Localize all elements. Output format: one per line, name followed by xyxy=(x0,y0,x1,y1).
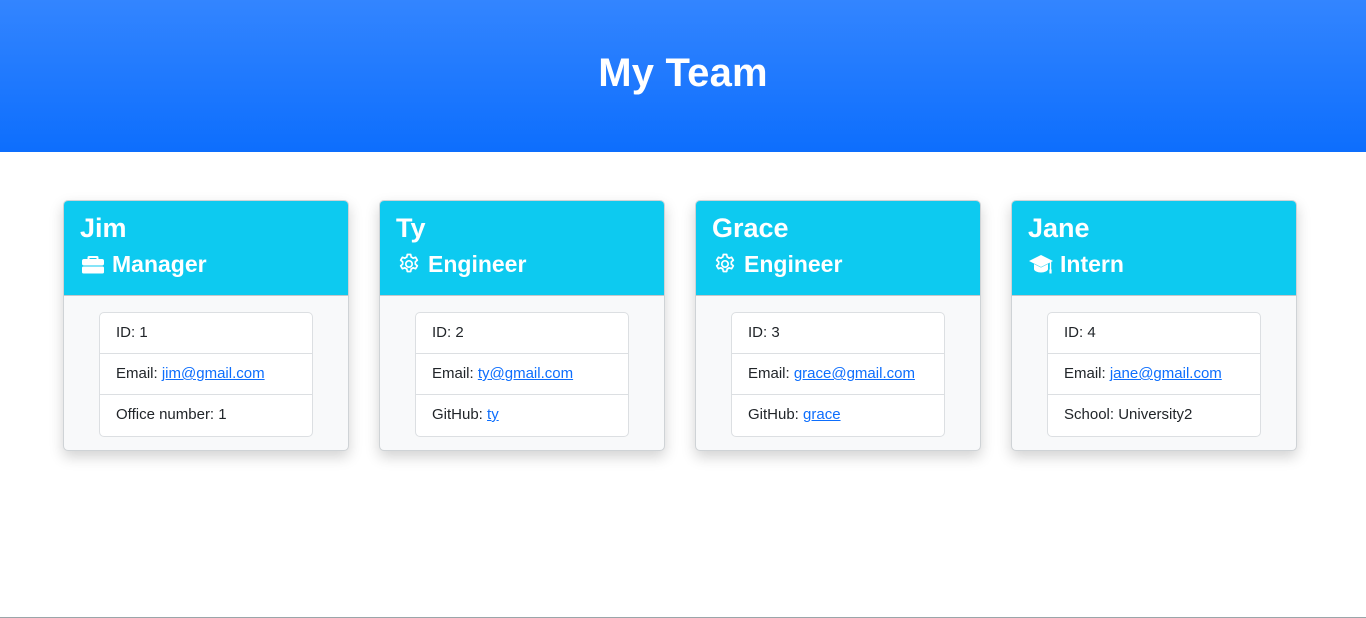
employee-name: Ty xyxy=(396,213,426,243)
id-value: 2 xyxy=(455,324,464,341)
employee-card-intern: Jane Intern ID: 4 Email: jane@gmail.com … xyxy=(1011,200,1297,451)
office-number-row: Office number: 1 xyxy=(100,395,312,436)
employee-role: Engineer xyxy=(396,249,648,279)
email-label: Email: xyxy=(1064,365,1110,382)
card-header: Jim Manager xyxy=(64,201,348,296)
email-link[interactable]: jim@gmail.com xyxy=(162,365,265,382)
email-label: Email: xyxy=(748,365,794,382)
id-row: ID: 3 xyxy=(732,313,944,354)
card-body: ID: 1 Email: jim@gmail.com Office number… xyxy=(64,296,348,437)
page-header: My Team xyxy=(0,0,1366,152)
id-label: ID: xyxy=(748,324,772,341)
id-value: 1 xyxy=(139,324,148,341)
github-label: GitHub: xyxy=(432,406,488,423)
id-label: ID: xyxy=(432,324,456,341)
employee-name: Jane xyxy=(1028,213,1090,243)
info-list: ID: 4 Email: jane@gmail.com School: Univ… xyxy=(1047,312,1261,437)
graduation-cap-icon xyxy=(1028,251,1054,277)
email-label: Email: xyxy=(432,365,478,382)
briefcase-icon xyxy=(80,251,106,277)
employee-role-label: Intern xyxy=(1060,251,1124,277)
school-label: School: xyxy=(1064,406,1119,423)
email-row: Email: jim@gmail.com xyxy=(100,354,312,395)
id-row: ID: 2 xyxy=(416,313,628,354)
card-header: Jane Intern xyxy=(1012,201,1296,296)
id-label: ID: xyxy=(116,324,140,341)
email-label: Email: xyxy=(116,365,162,382)
employee-card-engineer: Grace Engineer ID: 3 Email: grace@gmail.… xyxy=(695,200,981,451)
gear-icon xyxy=(712,251,738,277)
github-row: GitHub: grace xyxy=(732,395,944,436)
github-label: GitHub: xyxy=(748,406,804,423)
card-body: ID: 4 Email: jane@gmail.com School: Univ… xyxy=(1012,296,1296,437)
employee-role: Manager xyxy=(80,249,332,279)
page-title: My Team xyxy=(598,50,768,95)
employee-role: Intern xyxy=(1028,249,1280,279)
github-link[interactable]: grace xyxy=(803,406,841,423)
employee-role-label: Engineer xyxy=(744,251,843,277)
email-row: Email: ty@gmail.com xyxy=(416,354,628,395)
id-label: ID: xyxy=(1064,324,1088,341)
email-row: Email: jane@gmail.com xyxy=(1048,354,1260,395)
card-header: Ty Engineer xyxy=(380,201,664,296)
id-value: 4 xyxy=(1087,324,1096,341)
id-row: ID: 1 xyxy=(100,313,312,354)
info-list: ID: 3 Email: grace@gmail.com GitHub: gra… xyxy=(731,312,945,437)
office-number-value: 1 xyxy=(218,406,227,423)
email-link[interactable]: grace@gmail.com xyxy=(794,365,915,382)
card-body: ID: 2 Email: ty@gmail.com GitHub: ty xyxy=(380,296,664,437)
card-body: ID: 3 Email: grace@gmail.com GitHub: gra… xyxy=(696,296,980,437)
gear-icon xyxy=(396,251,422,277)
team-cards: Jim Manager ID: 1 Email: jim@gmail.com O… xyxy=(63,200,1297,451)
employee-role-label: Manager xyxy=(112,251,207,277)
office-number-label: Office number: xyxy=(116,406,219,423)
employee-role: Engineer xyxy=(712,249,964,279)
employee-role-label: Engineer xyxy=(428,251,527,277)
school-value: University2 xyxy=(1118,406,1193,423)
email-link[interactable]: jane@gmail.com xyxy=(1110,365,1222,382)
employee-card-engineer: Ty Engineer ID: 2 Email: ty@gmail.com Gi… xyxy=(379,200,665,451)
card-header: Grace Engineer xyxy=(696,201,980,296)
id-row: ID: 4 xyxy=(1048,313,1260,354)
id-value: 3 xyxy=(771,324,780,341)
school-row: School: University2 xyxy=(1048,395,1260,436)
info-list: ID: 1 Email: jim@gmail.com Office number… xyxy=(99,312,313,437)
info-list: ID: 2 Email: ty@gmail.com GitHub: ty xyxy=(415,312,629,437)
email-row: Email: grace@gmail.com xyxy=(732,354,944,395)
employee-name: Jim xyxy=(80,213,127,243)
employee-name: Grace xyxy=(712,213,789,243)
employee-card-manager: Jim Manager ID: 1 Email: jim@gmail.com O… xyxy=(63,200,349,451)
github-link[interactable]: ty xyxy=(487,406,499,423)
github-row: GitHub: ty xyxy=(416,395,628,436)
email-link[interactable]: ty@gmail.com xyxy=(478,365,573,382)
